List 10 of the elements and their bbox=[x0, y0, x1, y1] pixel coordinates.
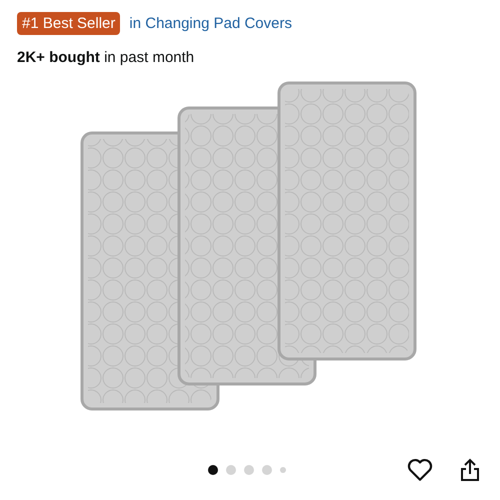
carousel-dot[interactable] bbox=[262, 465, 272, 475]
carousel-dot[interactable] bbox=[280, 467, 286, 473]
purchase-count: 2K+ bought in past month bbox=[17, 49, 196, 66]
best-seller-badge: #1 Best Seller bbox=[17, 12, 120, 35]
carousel-dot[interactable] bbox=[208, 465, 218, 475]
category-link[interactable]: in Changing Pad Covers bbox=[129, 15, 292, 32]
heart-icon[interactable] bbox=[407, 458, 433, 482]
carousel-dot[interactable] bbox=[226, 465, 236, 475]
share-icon[interactable] bbox=[459, 458, 481, 482]
carousel-dot[interactable] bbox=[244, 465, 254, 475]
